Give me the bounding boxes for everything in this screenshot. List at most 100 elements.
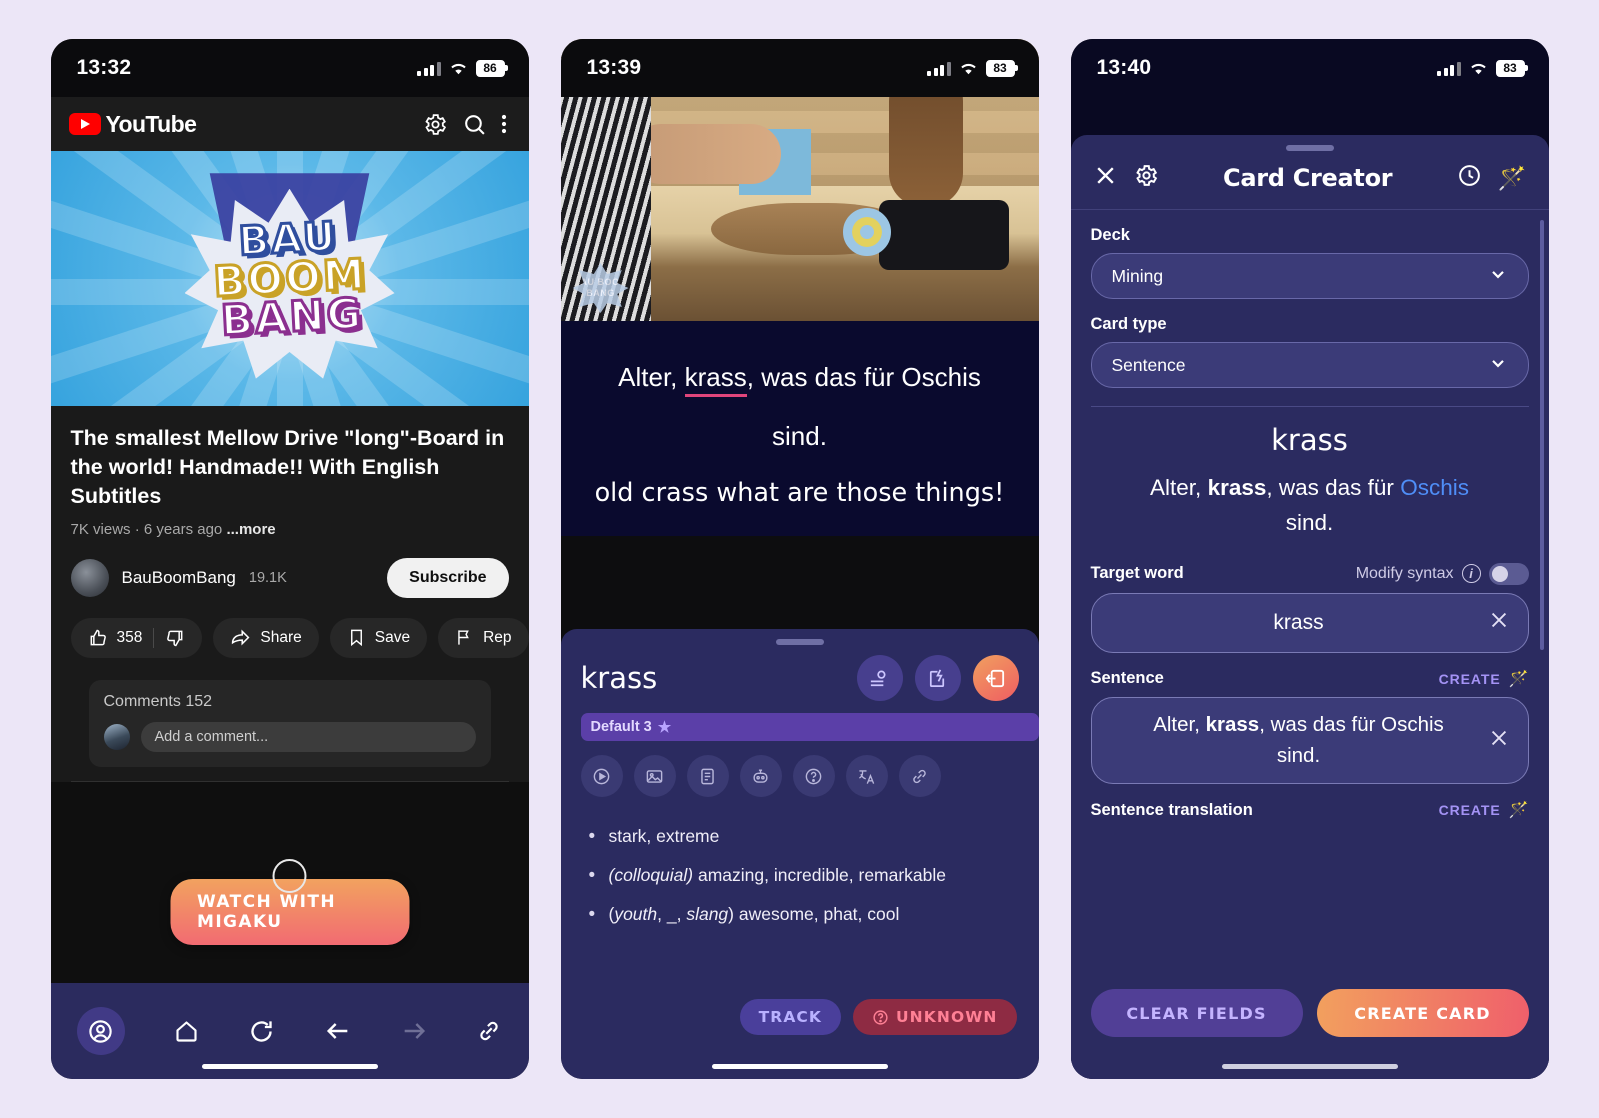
battery-indicator: 83 — [985, 59, 1018, 77]
magic-wand-icon[interactable]: 🪄 — [1498, 165, 1527, 192]
migaku-overlay[interactable]: WATCH WITH MIGAKU — [170, 859, 409, 945]
flag-icon — [458, 630, 469, 645]
more-link[interactable]: ...more — [226, 521, 275, 538]
status-time: 13:40 — [1096, 56, 1152, 79]
battery-indicator: 83 — [1495, 59, 1528, 77]
back-arrow-icon[interactable] — [324, 1017, 352, 1045]
modify-syntax-control[interactable]: Modify syntax i — [1356, 562, 1529, 585]
gear-icon[interactable] — [423, 112, 448, 137]
dictionary-sheet: krass Default 3 ★ • stark, extreme • (co… — [560, 629, 1039, 1079]
gear-icon[interactable] — [1134, 163, 1159, 193]
question-circle-icon[interactable] — [792, 755, 835, 797]
video-stats[interactable]: 7K views · 6 years ago ...more — [71, 521, 509, 538]
definition-tag: slang — [686, 903, 729, 924]
channel-avatar[interactable] — [70, 558, 109, 597]
link-icon[interactable] — [476, 1018, 502, 1044]
unknown-button[interactable]: UNKNOWN — [853, 999, 1017, 1035]
channel-name[interactable]: BauBoomBang — [122, 568, 236, 588]
target-word-field[interactable]: krass — [1090, 592, 1529, 653]
status-time: 13:39 — [586, 56, 642, 79]
video-title[interactable]: The smallest Mellow Drive "long"-Board i… — [71, 424, 509, 512]
sentence-create-link[interactable]: CREATE — [1439, 671, 1501, 687]
search-icon[interactable] — [462, 112, 487, 137]
add-comment-row[interactable]: Add a comment... — [103, 721, 476, 752]
video-metadata: The smallest Mellow Drive "long"-Board i… — [50, 406, 529, 782]
card-preview: krass Alter, krass, was das für Oschis s… — [1091, 407, 1529, 547]
close-icon[interactable] — [1488, 727, 1510, 754]
thumbs-down-icon[interactable] — [165, 628, 185, 648]
document-icon[interactable] — [686, 755, 729, 797]
translate-icon[interactable] — [845, 755, 888, 797]
subscribe-button[interactable]: Subscribe — [387, 557, 509, 598]
close-icon[interactable] — [1093, 163, 1118, 193]
close-icon[interactable] — [1488, 609, 1510, 636]
clear-fields-button[interactable]: CLEAR FIELDS — [1090, 989, 1303, 1037]
video-thumbnail[interactable]: BAU BOOM BANG — [50, 151, 529, 406]
sentence-translation-create-control[interactable]: CREATE 🪄 — [1439, 800, 1529, 820]
wifi-icon — [960, 63, 976, 74]
play-circle-icon[interactable] — [580, 755, 623, 797]
preview-sentence-before: Alter, — [1150, 475, 1208, 500]
question-circle-icon — [873, 1009, 888, 1025]
card-creator-header: Card Creator 🪄 — [1070, 151, 1549, 210]
share-button[interactable]: Share — [213, 617, 319, 658]
video-player[interactable]: BAU BOOM BANG 13:39 83 — [560, 39, 1039, 321]
reload-icon[interactable] — [248, 1018, 275, 1045]
report-button[interactable]: Rep — [438, 617, 529, 658]
export-card-icon[interactable] — [972, 655, 1019, 701]
like-dislike-chip[interactable]: 358 — [70, 617, 203, 658]
comments-card[interactable]: Comments 152 Add a comment... — [88, 679, 491, 767]
bookmark-icon — [350, 629, 362, 647]
image-icon[interactable] — [633, 755, 676, 797]
track-button[interactable]: TRACK — [739, 999, 841, 1035]
home-indicator — [711, 1064, 888, 1069]
subtitle-line-1[interactable]: Alter, krass, was das für Oschis — [583, 355, 1017, 400]
card-type-select[interactable]: Sentence — [1090, 342, 1529, 388]
subtitle-line-2[interactable]: sind. — [583, 414, 1017, 459]
deck-select[interactable]: Mining — [1090, 253, 1529, 299]
youtube-appbar: YouTube — [50, 97, 529, 151]
definition-text: stark, extreme — [608, 826, 720, 846]
robot-icon[interactable] — [739, 755, 782, 797]
clock-icon[interactable] — [1457, 163, 1482, 193]
status-indicators: 86 — [417, 59, 508, 77]
comments-header: Comments 152 — [104, 693, 476, 711]
scrollbar[interactable] — [1539, 220, 1544, 650]
save-button[interactable]: Save — [329, 617, 428, 658]
migaku-handle-icon[interactable] — [272, 859, 307, 893]
logo-line-3: BANG — [218, 287, 366, 346]
comment-input[interactable]: Add a comment... — [140, 721, 476, 752]
account-icon[interactable] — [76, 1007, 125, 1055]
link-icon[interactable] — [898, 755, 941, 797]
status-badge[interactable]: Default 3 ★ — [580, 713, 1039, 741]
search-person-icon[interactable] — [856, 655, 903, 701]
list-item: stark, extreme — [587, 816, 1013, 858]
definition-list: stark, extreme (colloquial) amazing, inc… — [561, 797, 1039, 936]
more-vertical-icon[interactable] — [501, 112, 507, 136]
magic-wand-icon[interactable]: 🪄 — [1509, 800, 1529, 820]
preview-sentence-line2: sind. — [1285, 509, 1334, 535]
sentence-create-control[interactable]: CREATE 🪄 — [1439, 669, 1529, 689]
subtitle-area[interactable]: Alter, krass, was das für Oschis sind. o… — [560, 321, 1039, 537]
forward-arrow-icon — [400, 1017, 428, 1045]
youtube-logo[interactable]: YouTube — [68, 111, 409, 138]
edit-card-icon[interactable] — [914, 655, 961, 701]
sentence-header: Sentence CREATE 🪄 — [1091, 669, 1529, 689]
status-indicators: 83 — [927, 59, 1018, 77]
sentence-translation-create-link[interactable]: CREATE — [1439, 802, 1501, 818]
home-icon[interactable] — [173, 1018, 200, 1045]
modify-syntax-toggle[interactable] — [1488, 562, 1529, 585]
dictionary-word: krass — [580, 661, 658, 695]
subtitle-after: , was das für Oschis — [746, 362, 981, 392]
create-card-button[interactable]: CREATE CARD — [1316, 989, 1529, 1037]
subtitle-target-word[interactable]: krass — [684, 362, 747, 397]
home-indicator — [201, 1064, 378, 1069]
sentence-field[interactable]: Alter, krass, was das für Oschis sind. — [1090, 696, 1529, 785]
info-icon[interactable]: i — [1461, 564, 1481, 584]
unknown-label: UNKNOWN — [896, 1008, 998, 1026]
magic-wand-icon[interactable]: 🪄 — [1509, 669, 1529, 689]
preview-word: krass — [1271, 423, 1348, 457]
video-empty-area: WATCH WITH MIGAKU — [50, 781, 529, 983]
sentence-value-before: Alter, — [1153, 712, 1206, 736]
card-type-value: Sentence — [1111, 354, 1186, 375]
